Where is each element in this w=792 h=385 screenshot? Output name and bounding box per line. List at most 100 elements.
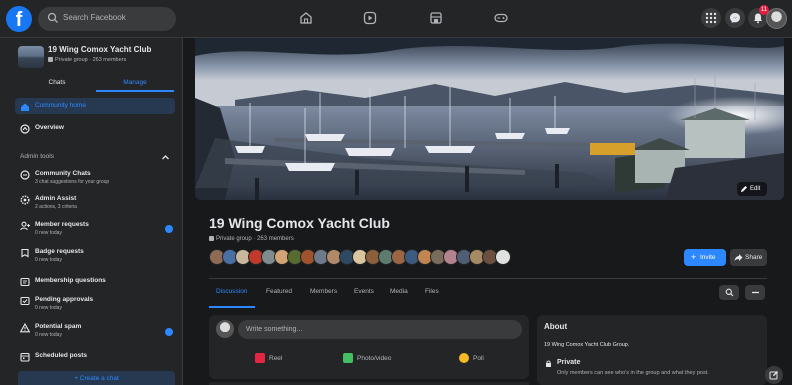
sidebar-item-subtitle: 0 new today [35,332,62,338]
cover-photo[interactable] [195,38,784,200]
questions-icon [20,277,30,287]
compose-icon [769,371,778,380]
badge-icon [21,248,29,258]
messenger-button[interactable] [725,8,745,28]
share-icon [734,254,743,261]
reel-button[interactable]: Reel [255,353,283,363]
tab-chats[interactable]: Chats [18,74,96,92]
sidebar-item-subtitle: 0 new today [35,305,62,311]
facebook-logo[interactable]: f [6,6,32,32]
pending-icon [20,296,30,306]
active-tab-indicator [209,306,255,308]
sidebar-item-label: Potential spam [35,323,82,330]
harbor-photo [195,38,784,200]
divider [209,278,767,279]
invite-button[interactable]: + Invite [684,249,726,266]
tab-manage[interactable]: Manage [96,74,174,92]
avatar[interactable] [495,249,511,265]
group-meta-text: Private group · 263 members [216,236,294,243]
gaming-icon[interactable] [493,10,509,26]
sidebar-item-label: Community Chats [35,170,91,177]
calendar-icon [20,352,30,362]
pencil-icon [741,186,747,192]
person-add-icon [20,221,30,231]
warning-icon [20,323,30,333]
sidebar-group-meta: Private group · 263 members [48,57,126,63]
about-title: About [544,322,568,331]
tab-featured[interactable]: Featured [266,288,292,295]
top-navigation-bar: f Search Facebook 11 [0,0,792,38]
menu-grid-icon [705,12,717,24]
about-description: 19 Wing Comox Yacht Club Group. [544,342,630,348]
video-icon[interactable] [362,10,378,26]
edit-cover-label: Edit [750,186,761,192]
sidebar-item-label: Membership questions [35,277,106,284]
home-icon[interactable] [298,10,314,26]
menu-button[interactable] [701,8,721,28]
search-placeholder: Search Facebook [63,13,126,22]
sidebar-item-subtitle: 3 chat suggestions for your group [35,179,110,185]
overview-icon [20,124,30,134]
tab-events[interactable]: Events [354,288,374,295]
group-title[interactable]: 19 Wing Comox Yacht Club [209,215,390,231]
tab-members[interactable]: Members [310,288,337,295]
sidebar-group-name[interactable]: 19 Wing Comox Yacht Club [48,45,151,54]
chevron-up-icon[interactable] [161,153,170,162]
admin-tools-heading: Admin tools [20,153,54,160]
lock-icon [209,236,214,241]
more-options-button[interactable] [745,285,765,300]
group-search-button[interactable] [719,285,739,300]
marketplace-icon[interactable] [428,10,444,26]
search-icon [47,12,58,23]
privacy-title: Private [557,359,581,366]
sidebar-item-subtitle: 0 new today [35,230,62,236]
more-icon [752,291,759,294]
tab-discussion[interactable]: Discussion [216,288,247,295]
account-avatar[interactable] [766,8,787,29]
share-button[interactable]: Share [730,249,767,266]
search-icon [725,288,734,297]
privacy-description: Only members can see who's in the group … [557,370,709,376]
sidebar-item-label: Admin Assist [35,195,77,202]
create-chat-button[interactable]: + Create a chat [18,371,175,385]
lock-icon [546,360,551,367]
share-label: Share [745,254,763,261]
sidebar-group-meta-text: Private group · 263 members [55,57,127,63]
messenger-icon [730,13,740,23]
sidebar-item-label: Member requests [35,221,89,228]
photo-icon [343,353,353,363]
tab-files[interactable]: Files [425,288,439,295]
new-message-button[interactable] [765,366,783,384]
poll-icon [459,353,469,363]
home-icon [21,103,29,111]
sidebar-item-subtitle: 0 new today [35,257,62,263]
photo-video-label: Photo/video [357,355,392,362]
reel-label: Reel [269,355,283,362]
write-something-input[interactable]: Write something... [238,320,522,339]
gear-icon [20,195,30,205]
group-meta: Private group · 263 members [209,236,294,242]
group-thumbnail[interactable] [18,46,44,68]
poll-button[interactable]: Poll [459,353,484,363]
sidebar-item-label: Pending approvals [35,296,94,303]
member-avatars[interactable] [209,249,519,267]
search-input[interactable]: Search Facebook [38,7,176,31]
plus-icon: + [691,252,697,262]
tab-media[interactable]: Media [390,288,408,295]
poll-label: Poll [473,355,484,362]
sidebar-item-subtitle: 2 actions, 3 criteria [35,204,77,210]
unread-indicator [165,328,173,336]
chat-icon [20,170,30,180]
reel-icon [255,353,265,363]
avatar[interactable] [216,320,234,338]
lock-icon [48,57,53,63]
sidebar-item-label: Badge requests [35,248,84,255]
sidebar-item-label: Scheduled posts [35,352,88,359]
sidebar-item-label: Overview [35,124,64,131]
invite-label: Invite [700,254,716,261]
edit-cover-button[interactable]: Edit [737,182,767,196]
unread-indicator [165,225,173,233]
sidebar-item-label: Community home [35,102,86,109]
photo-video-button[interactable]: Photo/video [343,353,392,363]
admin-sidebar: 19 Wing Comox Yacht Club Private group ·… [0,38,183,385]
